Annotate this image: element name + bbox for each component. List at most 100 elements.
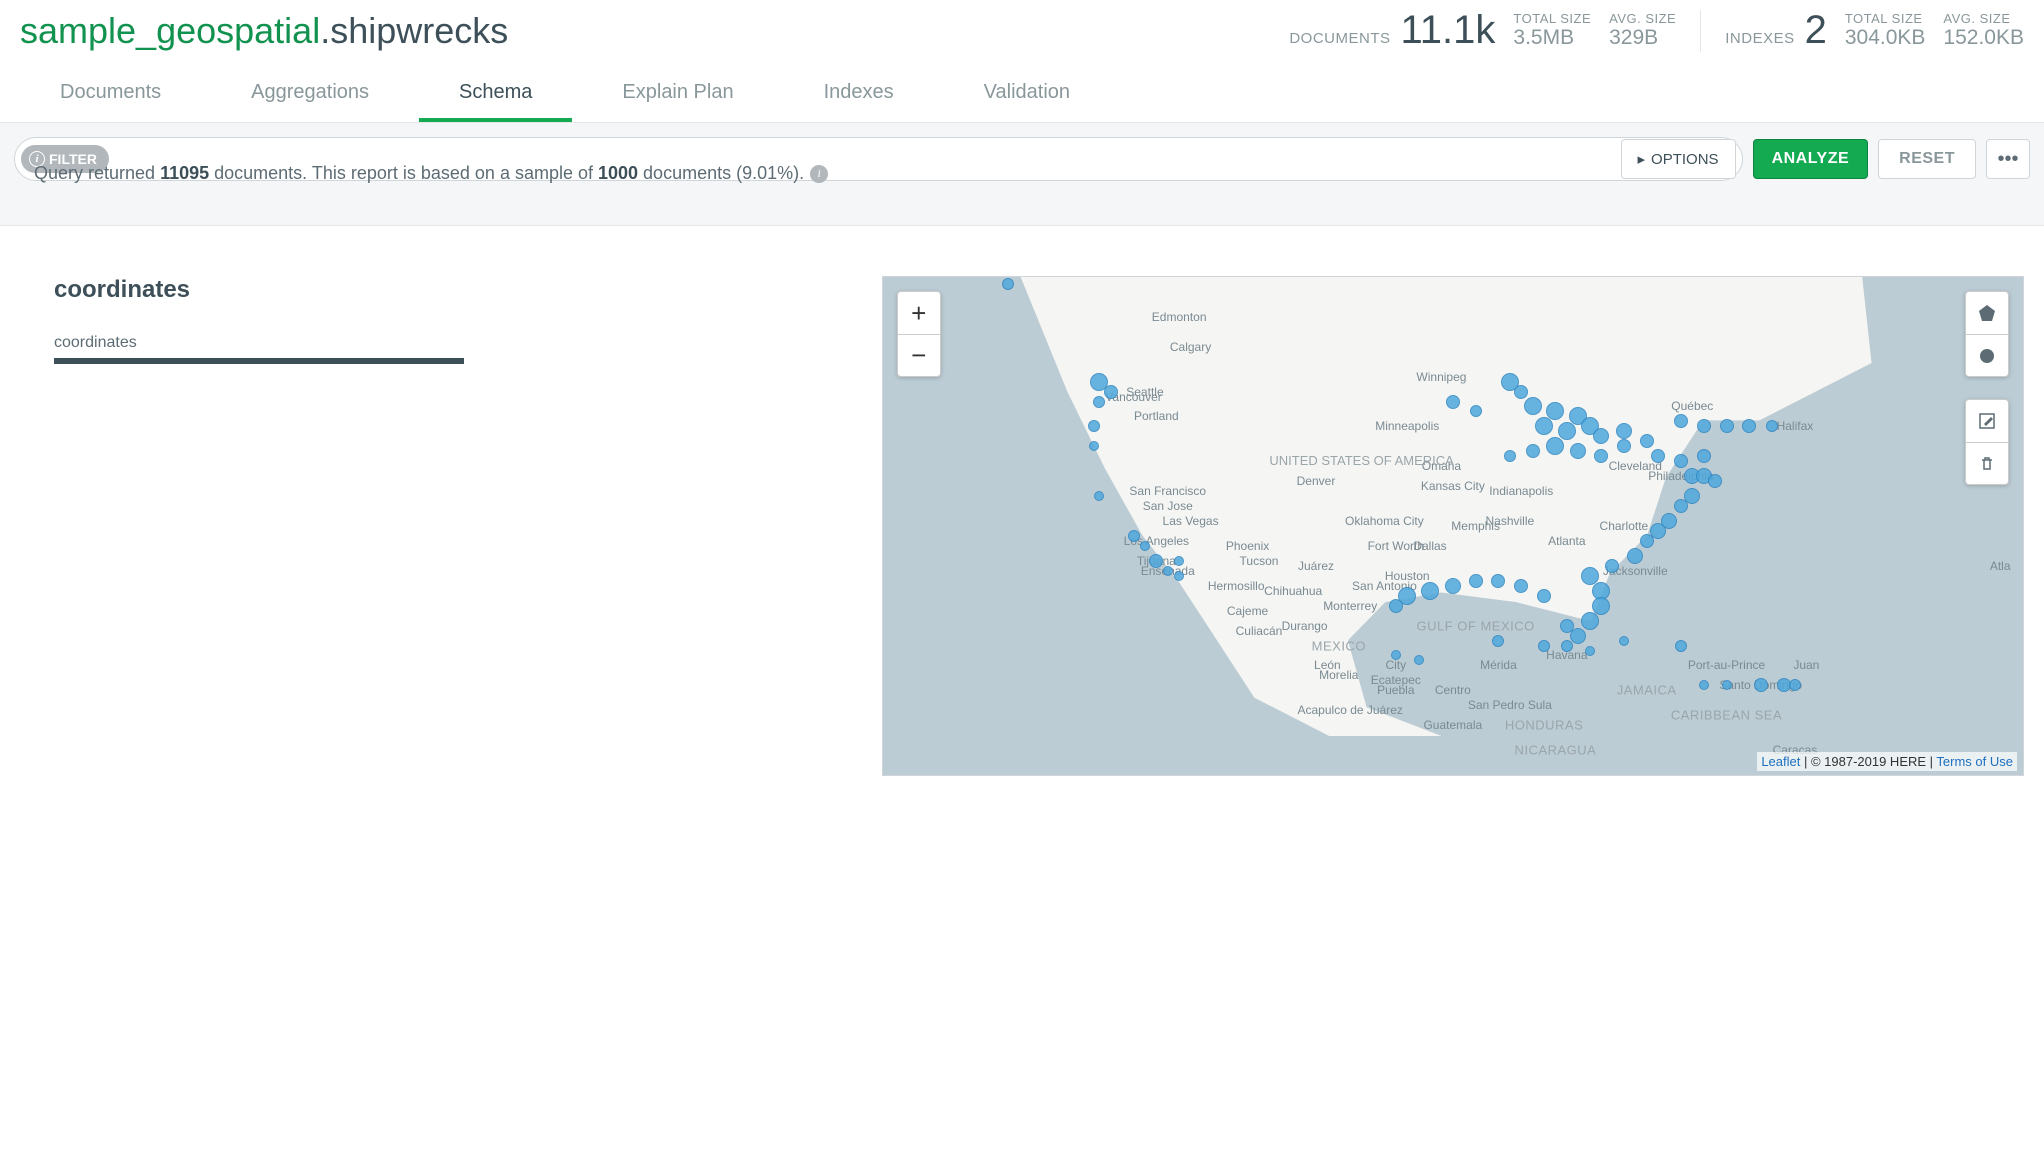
map-data-point[interactable] <box>1524 397 1542 415</box>
map-data-point[interactable] <box>1491 574 1505 588</box>
map-data-point[interactable] <box>1581 612 1599 630</box>
map-city-label: Guatemala <box>1423 718 1482 732</box>
tab-explain-plan[interactable]: Explain Plan <box>582 65 773 122</box>
map-data-point[interactable] <box>1546 402 1564 420</box>
info-icon[interactable]: i <box>810 165 828 183</box>
map-data-point[interactable] <box>1674 499 1688 513</box>
map-city-label: Indianapolis <box>1489 484 1553 498</box>
tab-schema[interactable]: Schema <box>419 65 572 122</box>
map-data-point[interactable] <box>1617 439 1631 453</box>
map-city-label: Minneapolis <box>1375 419 1439 433</box>
sample-count: 1000 <box>598 163 638 183</box>
map-data-point[interactable] <box>1093 396 1105 408</box>
map-data-point[interactable] <box>1104 385 1118 399</box>
map-data-point[interactable] <box>1619 636 1629 646</box>
map-data-point[interactable] <box>1391 650 1401 660</box>
draw-circle-button[interactable] <box>1966 334 2008 376</box>
map-data-point[interactable] <box>1537 589 1551 603</box>
analyze-button[interactable]: ANALYZE <box>1753 139 1869 179</box>
map-data-point[interactable] <box>1697 419 1711 433</box>
map-data-point[interactable] <box>1616 423 1632 439</box>
map-data-point[interactable] <box>1445 578 1461 594</box>
map-panel[interactable]: EdmontonCalgaryVancouverSeattleWinnipegP… <box>882 276 2024 776</box>
map-data-point[interactable] <box>1389 599 1403 613</box>
map-data-point[interactable] <box>1640 434 1654 448</box>
map-data-point[interactable] <box>1140 541 1150 551</box>
map-data-point[interactable] <box>1088 420 1100 432</box>
map-data-point[interactable] <box>1469 574 1483 588</box>
map-city-label: Ecatepec <box>1371 673 1421 687</box>
map-city-label: Chihuahua <box>1264 584 1322 598</box>
map-data-point[interactable] <box>1538 640 1550 652</box>
map-data-point[interactable] <box>1558 422 1576 440</box>
caret-right-icon: ▸ <box>1638 150 1646 168</box>
edit-shape-button[interactable] <box>1966 400 2008 442</box>
map-data-point[interactable] <box>1561 640 1573 652</box>
map-data-point[interactable] <box>1651 449 1665 463</box>
map-data-point[interactable] <box>1594 449 1608 463</box>
map-data-point[interactable] <box>1674 454 1688 468</box>
map-data-point[interactable] <box>1094 491 1104 501</box>
tab-indexes[interactable]: Indexes <box>784 65 934 122</box>
map-data-point[interactable] <box>1174 571 1184 581</box>
more-options-button[interactable]: ••• <box>1986 139 2030 179</box>
map-data-point[interactable] <box>1128 530 1140 542</box>
header-row: sample_geospatial.shipwrecks DOCUMENTS 1… <box>0 0 2044 65</box>
map-data-point[interactable] <box>1720 419 1734 433</box>
map-data-point[interactable] <box>1174 556 1184 566</box>
map-data-point[interactable] <box>1514 579 1528 593</box>
map-data-point[interactable] <box>1627 548 1643 564</box>
map-data-point[interactable] <box>1535 417 1553 435</box>
delete-shape-button[interactable] <box>1966 442 2008 484</box>
tab-validation[interactable]: Validation <box>944 65 1110 122</box>
map-data-point[interactable] <box>1592 597 1610 615</box>
map-data-point[interactable] <box>1446 395 1460 409</box>
map-data-point[interactable] <box>1504 450 1516 462</box>
zoom-in-button[interactable]: + <box>898 292 940 334</box>
map-data-point[interactable] <box>1149 554 1163 568</box>
map-data-point[interactable] <box>1766 420 1778 432</box>
map-data-point[interactable] <box>1742 419 1756 433</box>
zoom-out-button[interactable]: − <box>898 334 940 376</box>
terms-link[interactable]: Terms of Use <box>1936 754 2013 769</box>
map-data-point[interactable] <box>1002 278 1014 290</box>
map-city-label: Juárez <box>1298 559 1334 573</box>
tab-aggregations[interactable]: Aggregations <box>211 65 409 122</box>
map-data-point[interactable] <box>1570 628 1586 644</box>
map-data-point[interactable] <box>1674 414 1688 428</box>
leaflet-link[interactable]: Leaflet <box>1761 754 1800 769</box>
database-name[interactable]: sample_geospatial <box>20 10 320 51</box>
documents-value: 11.1k <box>1401 8 1496 53</box>
map-data-point[interactable] <box>1514 385 1528 399</box>
map-city-label: Juan <box>1793 658 1819 672</box>
map-data-point[interactable] <box>1526 444 1540 458</box>
map-data-point[interactable] <box>1163 566 1173 576</box>
map-data-point[interactable] <box>1708 474 1722 488</box>
documents-stats: DOCUMENTS 11.1k TOTAL SIZE 3.5MB AVG. SI… <box>1289 8 2024 53</box>
map-data-point[interactable] <box>1470 405 1482 417</box>
map-data-point[interactable] <box>1560 619 1574 633</box>
map-data-point[interactable] <box>1789 679 1801 691</box>
map-data-point[interactable] <box>1570 443 1586 459</box>
map-data-point[interactable] <box>1699 680 1709 690</box>
map-data-point[interactable] <box>1421 582 1439 600</box>
map-data-point[interactable] <box>1414 655 1424 665</box>
map-data-point[interactable] <box>1754 678 1768 692</box>
map-data-point[interactable] <box>1585 646 1595 656</box>
map-data-point[interactable] <box>1605 559 1619 573</box>
map-city-label: Port-au-Prince <box>1688 658 1765 672</box>
options-button[interactable]: ▸ OPTIONS <box>1621 139 1736 179</box>
reset-button[interactable]: RESET <box>1878 139 1976 179</box>
tab-documents[interactable]: Documents <box>20 65 201 122</box>
map-data-point[interactable] <box>1089 441 1099 451</box>
map-labels-layer: EdmontonCalgaryVancouverSeattleWinnipegP… <box>883 277 2023 775</box>
map-data-point[interactable] <box>1697 449 1711 463</box>
map-data-point[interactable] <box>1640 534 1654 548</box>
map-data-point[interactable] <box>1546 437 1564 455</box>
map-data-point[interactable] <box>1675 640 1687 652</box>
draw-polygon-button[interactable] <box>1966 292 2008 334</box>
map-data-point[interactable] <box>1722 680 1732 690</box>
map-data-point[interactable] <box>1593 428 1609 444</box>
field-type-bar[interactable] <box>54 358 464 364</box>
map-data-point[interactable] <box>1492 635 1504 647</box>
